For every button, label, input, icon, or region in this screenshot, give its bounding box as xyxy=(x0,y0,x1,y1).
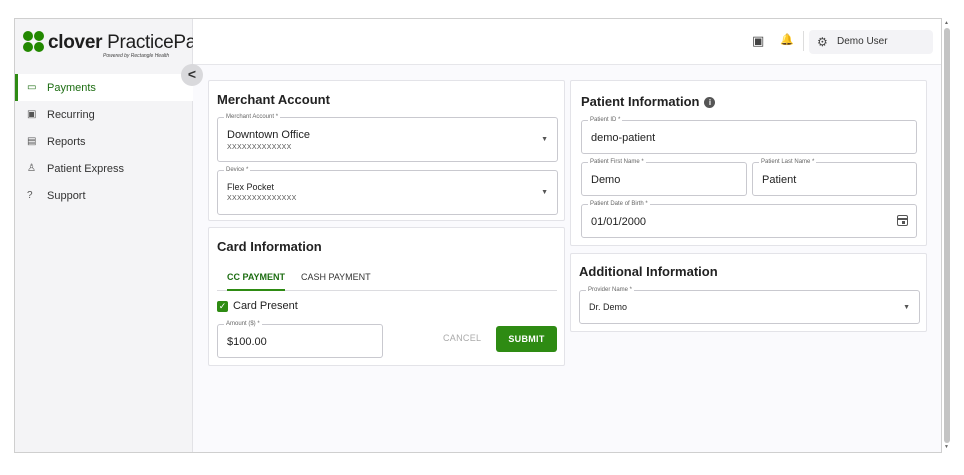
device-serial: XXXXXXXXXXXXXX xyxy=(227,195,297,202)
info-icon[interactable]: i xyxy=(704,97,716,108)
user-name: Demo User xyxy=(837,36,888,47)
brand-name: clover PracticePay™ xyxy=(48,32,211,54)
chevron-down-icon: ▼ xyxy=(903,304,910,311)
gear-icon: ⚙ xyxy=(817,35,828,49)
field-label: Patient First Name * xyxy=(588,158,646,167)
scroll-down-icon[interactable]: ▼ xyxy=(944,444,949,450)
additional-information-card: Additional Information Provider Name * D… xyxy=(570,253,927,332)
report-icon: ▤ xyxy=(27,136,37,147)
sidebar-item-label: Payments xyxy=(47,81,96,94)
sidebar-item-reports[interactable]: ▤ Reports xyxy=(15,128,193,155)
scroll-up-icon[interactable]: ▲ xyxy=(944,20,949,26)
amount-field[interactable]: Amount ($) * $100.00 xyxy=(217,320,383,358)
payment-tabs: CC PAYMENT CASH PAYMENT xyxy=(217,269,557,291)
brand-name-bold: clover xyxy=(48,32,103,53)
field-label: Patient Last Name * xyxy=(759,158,817,167)
patient-last-name-value: Patient xyxy=(762,174,797,186)
patient-information-card: Patient Information i Patient ID * demo-p… xyxy=(570,80,927,246)
merchant-account-title: Merchant Account xyxy=(217,92,330,107)
bell-icon[interactable]: 🔔 xyxy=(780,33,794,46)
patient-first-name-field[interactable]: Patient First Name * Demo xyxy=(581,158,747,196)
field-label: Device * xyxy=(224,166,251,175)
patient-last-name-field[interactable]: Patient Last Name * Patient xyxy=(752,158,917,196)
merchant-account-value: Downtown Office xyxy=(227,129,310,141)
patient-id-field[interactable]: Patient ID * demo-patient xyxy=(581,116,917,154)
sidebar-item-label: Recurring xyxy=(47,108,95,121)
top-bar: ▣ 🔔 ⚙ Demo User xyxy=(193,19,941,65)
sidebar-item-label: Support xyxy=(47,189,86,202)
device-select[interactable]: Device * Flex Pocket XXXXXXXXXXXXXX ▼ xyxy=(217,166,558,215)
patient-information-title: Patient Information i xyxy=(581,94,716,109)
merchant-account-select[interactable]: Merchant Account * Downtown Office XXXXX… xyxy=(217,113,558,162)
merchant-account-number: XXXXXXXXXXXXX xyxy=(227,144,292,151)
chevron-down-icon: ▼ xyxy=(541,136,548,143)
help-icon: ? xyxy=(27,190,33,201)
topbar-divider xyxy=(803,31,804,51)
sidebar-item-payments[interactable]: ▭ Payments xyxy=(15,74,193,101)
card-information-title: Card Information xyxy=(217,239,322,254)
amount-value: $100.00 xyxy=(227,336,267,348)
sidebar-nav: ▭ Payments ▣ Recurring ▤ Reports ♙ Patie… xyxy=(15,74,193,209)
money-icon: ▣ xyxy=(27,109,37,120)
field-label: Merchant Account * xyxy=(224,113,281,122)
field-label: Patient ID * xyxy=(588,116,623,125)
provider-name-select[interactable]: Provider Name * Dr. Demo ▼ xyxy=(579,286,920,324)
merchant-account-card: Merchant Account Merchant Account * Down… xyxy=(208,80,565,221)
brand-name-regular: PracticePay xyxy=(107,32,206,53)
credit-card-icon: ▭ xyxy=(27,82,37,93)
person-icon: ♙ xyxy=(27,163,36,174)
brand-tagline: Powered by Rectangle Health xyxy=(103,53,170,59)
patient-dob-field[interactable]: Patient Date of Birth * 01/01/2000 xyxy=(581,200,917,238)
sidebar-item-label: Reports xyxy=(47,135,86,148)
tab-cc-payment[interactable]: CC PAYMENT xyxy=(227,269,286,291)
provider-name-value: Dr. Demo xyxy=(589,302,628,312)
clover-practicepay-logo[interactable]: clover PracticePay™ Powered by Rectangle… xyxy=(23,31,211,63)
patient-first-name-value: Demo xyxy=(591,174,621,186)
sidebar-item-patient-express[interactable]: ♙ Patient Express xyxy=(15,155,193,182)
cancel-button[interactable]: CANCEL xyxy=(443,333,481,343)
terminal-icon[interactable]: ▣ xyxy=(752,33,764,49)
chevron-down-icon: ▼ xyxy=(541,189,548,196)
device-value: Flex Pocket xyxy=(227,182,275,192)
card-present-checkbox[interactable]: ✓ xyxy=(217,301,228,312)
field-label: Patient Date of Birth * xyxy=(588,200,650,209)
tab-cash-payment[interactable]: CASH PAYMENT xyxy=(301,269,371,291)
collapse-sidebar-button[interactable]: < xyxy=(181,64,203,86)
patient-id-value: demo-patient xyxy=(591,132,656,144)
field-label: Amount ($) * xyxy=(224,320,262,329)
sidebar-item-recurring[interactable]: ▣ Recurring xyxy=(15,101,193,128)
card-present-label: Card Present xyxy=(233,300,298,312)
scrollbar-thumb[interactable] xyxy=(944,28,950,443)
field-label: Provider Name * xyxy=(586,286,635,295)
card-information-card: Card Information CC PAYMENT CASH PAYMENT… xyxy=(208,227,565,366)
sidebar: clover PracticePay™ Powered by Rectangle… xyxy=(15,19,211,452)
calendar-icon[interactable] xyxy=(897,215,908,226)
app-window: clover PracticePay™ Powered by Rectangle… xyxy=(14,18,942,453)
sidebar-item-label: Patient Express xyxy=(47,162,125,175)
submit-button[interactable]: SUBMIT xyxy=(496,326,557,352)
clover-leaf-icon xyxy=(23,31,45,53)
additional-information-title: Additional Information xyxy=(579,264,718,279)
vertical-scrollbar[interactable]: ▲ ▼ xyxy=(943,18,951,453)
patient-information-title-text: Patient Information xyxy=(581,94,700,109)
patient-dob-value: 01/01/2000 xyxy=(591,216,647,228)
sidebar-item-support[interactable]: ? Support xyxy=(15,182,193,209)
user-menu[interactable]: ⚙ Demo User xyxy=(809,30,933,54)
